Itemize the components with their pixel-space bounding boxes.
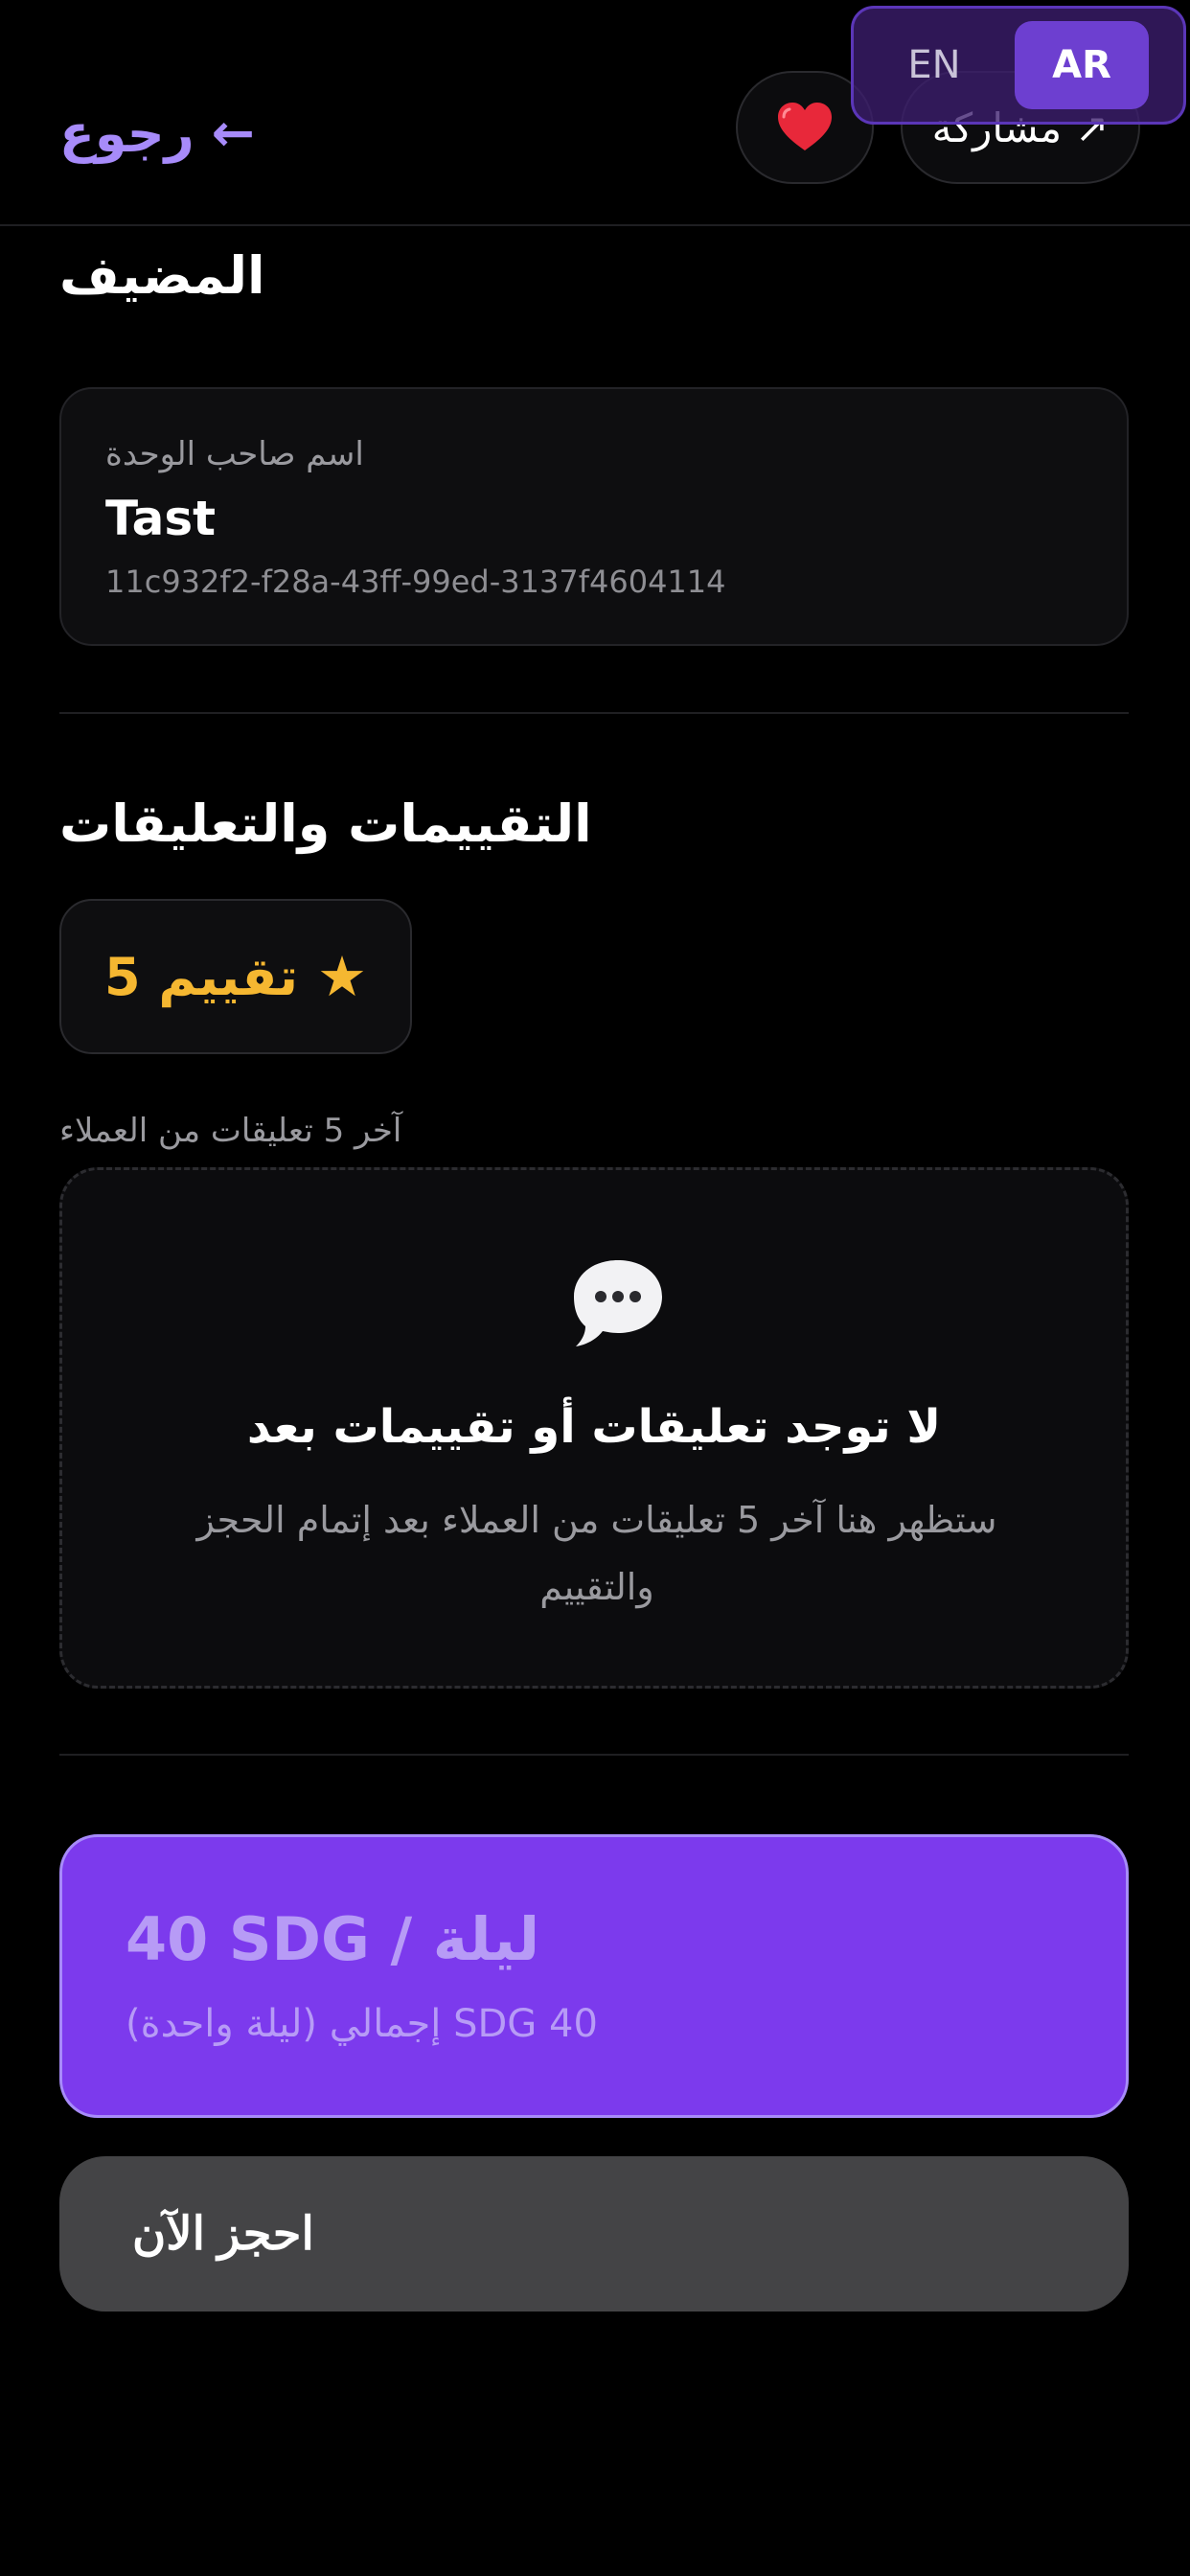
star-icon: ★ (316, 944, 367, 1009)
lang-option-ar[interactable]: AR (1015, 21, 1149, 109)
arrow-left-icon: ← (211, 103, 255, 163)
host-label: اسم صاحب الوحدة (105, 435, 364, 473)
back-button[interactable]: رجوع ← (59, 100, 255, 167)
price-per-night: 40 SDG / ليلة (126, 1904, 540, 1974)
price-card: 40 SDG / ليلة إجمالي (ليلة واحدة) SDG 40 (59, 1834, 1129, 2118)
last-comments-label: آخر 5 تعليقات من العملاء (59, 1112, 402, 1150)
price-total: إجمالي (ليلة واحدة) SDG 40 (126, 2002, 598, 2046)
empty-title: لا توجد تعليقات أو تقييمات بعد (246, 1400, 942, 1454)
back-label: رجوع (59, 103, 195, 164)
empty-reviews-box: لا توجد تعليقات أو تقييمات بعد ستظهر هنا… (59, 1167, 1129, 1689)
host-section-title: المضيف (59, 245, 265, 306)
divider (59, 1754, 1129, 1756)
empty-description: ستظهر هنا آخر 5 تعليقات من العملاء بعد إ… (196, 1499, 997, 1608)
rating-count: 5 تقييم (104, 946, 298, 1007)
divider (59, 712, 1129, 714)
heart-icon (778, 103, 832, 150)
book-now-button[interactable]: احجز الآن (59, 2156, 1129, 2312)
rating-badge: 5 تقييم ★ (59, 899, 412, 1054)
host-card: اسم صاحب الوحدة Tast 11c932f2-f28a-43ff-… (59, 387, 1129, 646)
speech-bubble-icon (574, 1260, 662, 1346)
language-switcher: EN AR (851, 6, 1186, 125)
reviews-section-title: التقييمات والتعليقات (59, 794, 592, 854)
top-bar: رجوع ← مشاركة ↗ EN AR (0, 0, 1190, 226)
lang-option-en[interactable]: EN (867, 21, 1001, 109)
host-id: 11c932f2-f28a-43ff-99ed-3137f4604114 (105, 564, 726, 600)
host-name: Tast (105, 491, 217, 546)
